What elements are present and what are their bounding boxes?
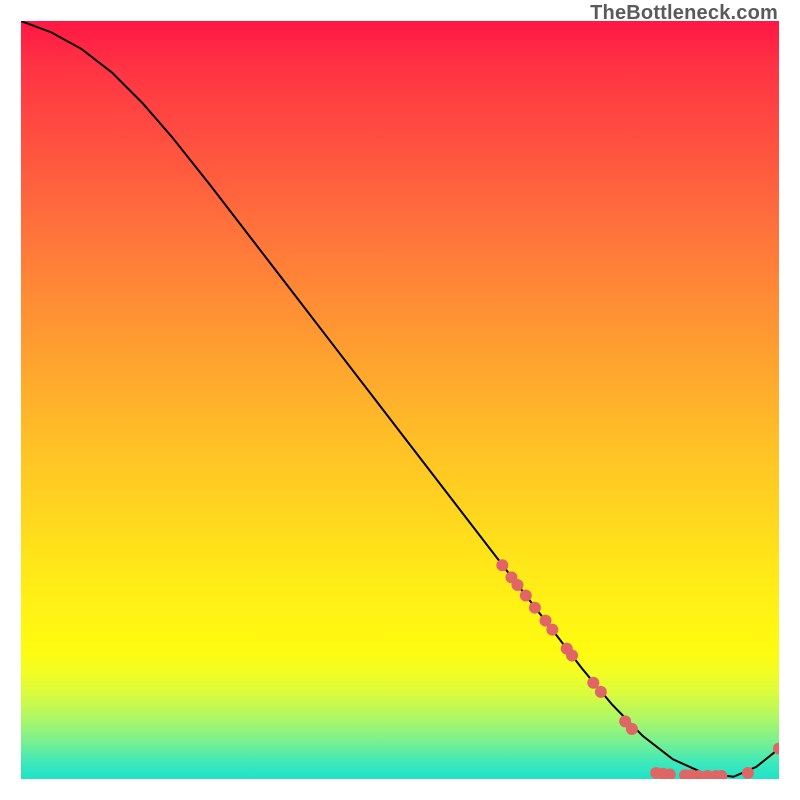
curve-svg bbox=[21, 21, 779, 779]
plot-area bbox=[21, 21, 779, 779]
scatter-point bbox=[496, 559, 508, 571]
scatter-marker-group bbox=[496, 559, 779, 779]
scatter-point bbox=[566, 649, 578, 661]
curve-line-group bbox=[21, 21, 779, 777]
scatter-point bbox=[529, 602, 541, 614]
scatter-point bbox=[546, 624, 558, 636]
chart-container: TheBottleneck.com bbox=[0, 0, 800, 800]
scatter-point bbox=[626, 723, 638, 735]
scatter-point bbox=[742, 767, 754, 779]
scatter-point bbox=[520, 590, 532, 602]
scatter-point bbox=[511, 579, 523, 591]
bottleneck-curve bbox=[21, 21, 779, 777]
scatter-point bbox=[595, 686, 607, 698]
